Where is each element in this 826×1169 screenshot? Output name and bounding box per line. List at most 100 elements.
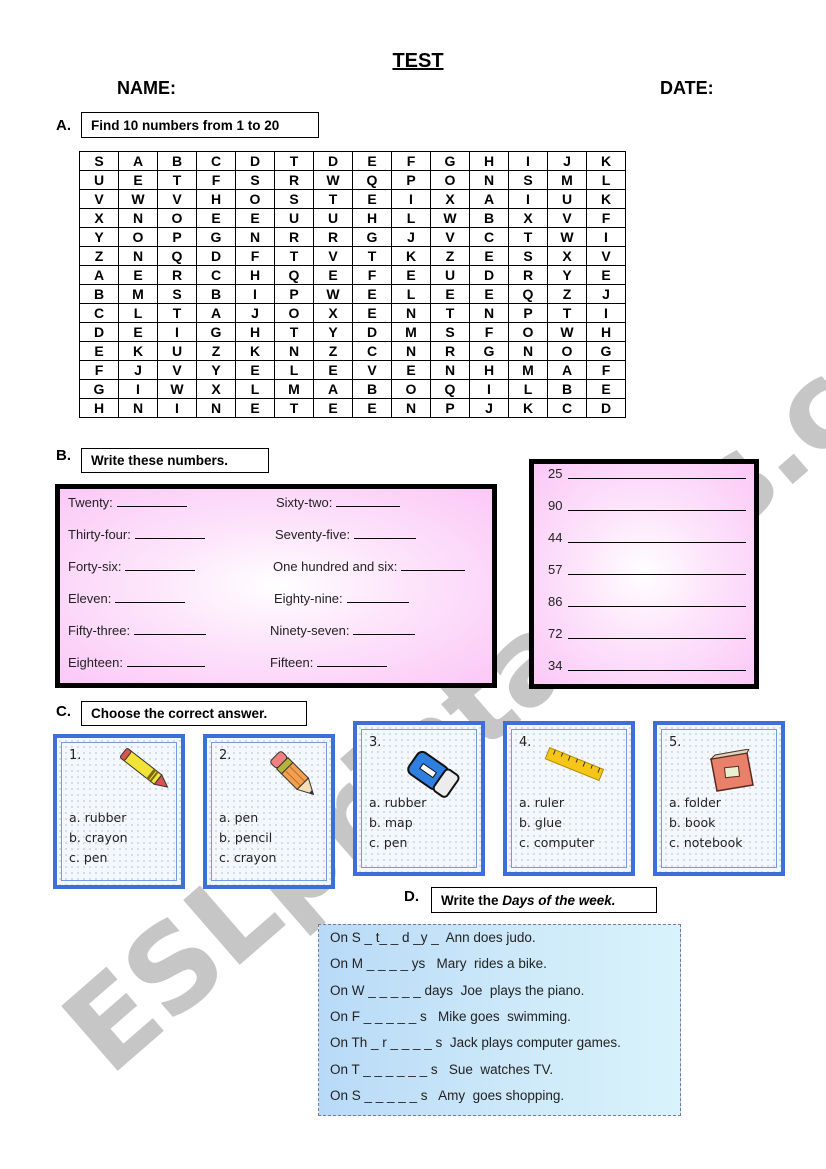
option-b[interactable]: b. crayon xyxy=(69,828,128,848)
grid-cell[interactable]: V xyxy=(157,360,197,380)
grid-cell[interactable]: G xyxy=(586,341,626,361)
option-b[interactable]: b. glue xyxy=(519,813,594,833)
grid-cell[interactable]: V xyxy=(79,189,119,209)
grid-cell[interactable]: Q xyxy=(508,284,548,304)
grid-cell[interactable]: P xyxy=(274,284,314,304)
answer-blank[interactable] xyxy=(401,569,466,571)
grid-cell[interactable]: I xyxy=(118,379,158,399)
grid-cell[interactable]: S xyxy=(508,170,548,190)
answer-blank[interactable] xyxy=(134,633,207,635)
grid-cell[interactable]: G xyxy=(469,341,509,361)
grid-cell[interactable]: Y xyxy=(547,265,587,285)
grid-cell[interactable]: Y xyxy=(196,360,236,380)
answer-blank[interactable] xyxy=(125,569,196,571)
grid-cell[interactable]: E xyxy=(118,322,158,342)
grid-cell[interactable]: N xyxy=(469,303,509,323)
grid-cell[interactable]: J xyxy=(391,227,431,247)
grid-cell[interactable]: M xyxy=(391,322,431,342)
grid-cell[interactable]: X xyxy=(196,379,236,399)
answer-blank[interactable] xyxy=(126,665,205,667)
grid-cell[interactable]: X xyxy=(508,208,548,228)
grid-cell[interactable]: X xyxy=(430,189,470,209)
grid-cell[interactable]: N xyxy=(235,227,275,247)
option-b[interactable]: b. map xyxy=(369,813,426,833)
grid-cell[interactable]: A xyxy=(196,303,236,323)
day-sentence[interactable]: On F _ _ _ _ _ s Mike goes swimming. xyxy=(330,1009,571,1024)
grid-cell[interactable]: O xyxy=(118,227,158,247)
option-a[interactable]: a. folder xyxy=(669,793,742,813)
grid-cell[interactable]: X xyxy=(79,208,119,228)
grid-cell[interactable]: E xyxy=(118,170,158,190)
grid-cell[interactable]: O xyxy=(235,189,275,209)
answer-blank[interactable] xyxy=(346,601,409,603)
grid-cell[interactable]: A xyxy=(118,151,158,171)
grid-cell[interactable]: T xyxy=(352,246,392,266)
grid-cell[interactable]: C xyxy=(469,227,509,247)
grid-cell[interactable]: R xyxy=(274,170,314,190)
grid-cell[interactable]: F xyxy=(352,265,392,285)
option-c[interactable]: c. computer xyxy=(519,833,594,853)
grid-cell[interactable]: B xyxy=(157,151,197,171)
grid-cell[interactable]: P xyxy=(508,303,548,323)
grid-cell[interactable]: E xyxy=(313,360,353,380)
day-sentence[interactable]: On T _ _ _ _ _ _ s Sue watches TV. xyxy=(330,1062,553,1077)
answer-blank[interactable] xyxy=(353,633,416,635)
grid-cell[interactable]: T xyxy=(274,322,314,342)
grid-cell[interactable]: H xyxy=(469,360,509,380)
grid-cell[interactable]: F xyxy=(79,360,119,380)
grid-cell[interactable]: E xyxy=(196,208,236,228)
grid-cell[interactable]: Z xyxy=(79,246,119,266)
grid-cell[interactable]: N xyxy=(391,303,431,323)
grid-cell[interactable]: C xyxy=(196,265,236,285)
grid-cell[interactable]: O xyxy=(508,322,548,342)
grid-cell[interactable]: K xyxy=(235,341,275,361)
grid-cell[interactable]: V xyxy=(547,208,587,228)
grid-cell[interactable]: D xyxy=(196,246,236,266)
option-c[interactable]: c. crayon xyxy=(219,848,276,868)
answer-line[interactable] xyxy=(568,574,747,575)
grid-cell[interactable]: U xyxy=(547,189,587,209)
grid-cell[interactable]: W xyxy=(118,189,158,209)
grid-cell[interactable]: I xyxy=(586,303,626,323)
grid-cell[interactable]: K xyxy=(586,151,626,171)
grid-cell[interactable]: N xyxy=(196,398,236,418)
answer-blank[interactable] xyxy=(336,505,401,507)
option-a[interactable]: a. rubber xyxy=(369,793,426,813)
grid-cell[interactable]: E xyxy=(235,398,275,418)
grid-cell[interactable]: E xyxy=(586,265,626,285)
grid-cell[interactable]: I xyxy=(508,189,548,209)
grid-cell[interactable]: G xyxy=(352,227,392,247)
grid-cell[interactable]: I xyxy=(157,398,197,418)
grid-cell[interactable]: V xyxy=(430,227,470,247)
grid-cell[interactable]: M xyxy=(274,379,314,399)
grid-cell[interactable]: L xyxy=(586,170,626,190)
grid-cell[interactable]: L xyxy=(118,303,158,323)
grid-cell[interactable]: N xyxy=(508,341,548,361)
grid-cell[interactable]: B xyxy=(352,379,392,399)
grid-cell[interactable]: R xyxy=(430,341,470,361)
answer-blank[interactable] xyxy=(354,537,417,539)
grid-cell[interactable]: J xyxy=(547,151,587,171)
grid-cell[interactable]: A xyxy=(469,189,509,209)
grid-cell[interactable]: H xyxy=(586,322,626,342)
grid-cell[interactable]: F xyxy=(391,151,431,171)
grid-cell[interactable]: G xyxy=(196,322,236,342)
grid-cell[interactable]: B xyxy=(547,379,587,399)
day-sentence[interactable]: On S _ t_ _ d _y _ Ann does judo. xyxy=(330,930,536,945)
grid-cell[interactable]: T xyxy=(157,303,197,323)
grid-cell[interactable]: U xyxy=(430,265,470,285)
grid-cell[interactable]: W xyxy=(430,208,470,228)
grid-cell[interactable]: G xyxy=(430,151,470,171)
answer-line[interactable] xyxy=(568,478,747,479)
grid-cell[interactable]: M xyxy=(508,360,548,380)
grid-cell[interactable]: N xyxy=(118,398,158,418)
grid-cell[interactable]: E xyxy=(313,265,353,285)
grid-cell[interactable]: M xyxy=(118,284,158,304)
grid-cell[interactable]: L xyxy=(508,379,548,399)
grid-cell[interactable]: U xyxy=(79,170,119,190)
grid-cell[interactable]: C xyxy=(79,303,119,323)
option-c[interactable]: c. pen xyxy=(69,848,128,868)
grid-cell[interactable]: B xyxy=(79,284,119,304)
answer-blank[interactable] xyxy=(116,505,187,507)
grid-cell[interactable]: X xyxy=(313,303,353,323)
